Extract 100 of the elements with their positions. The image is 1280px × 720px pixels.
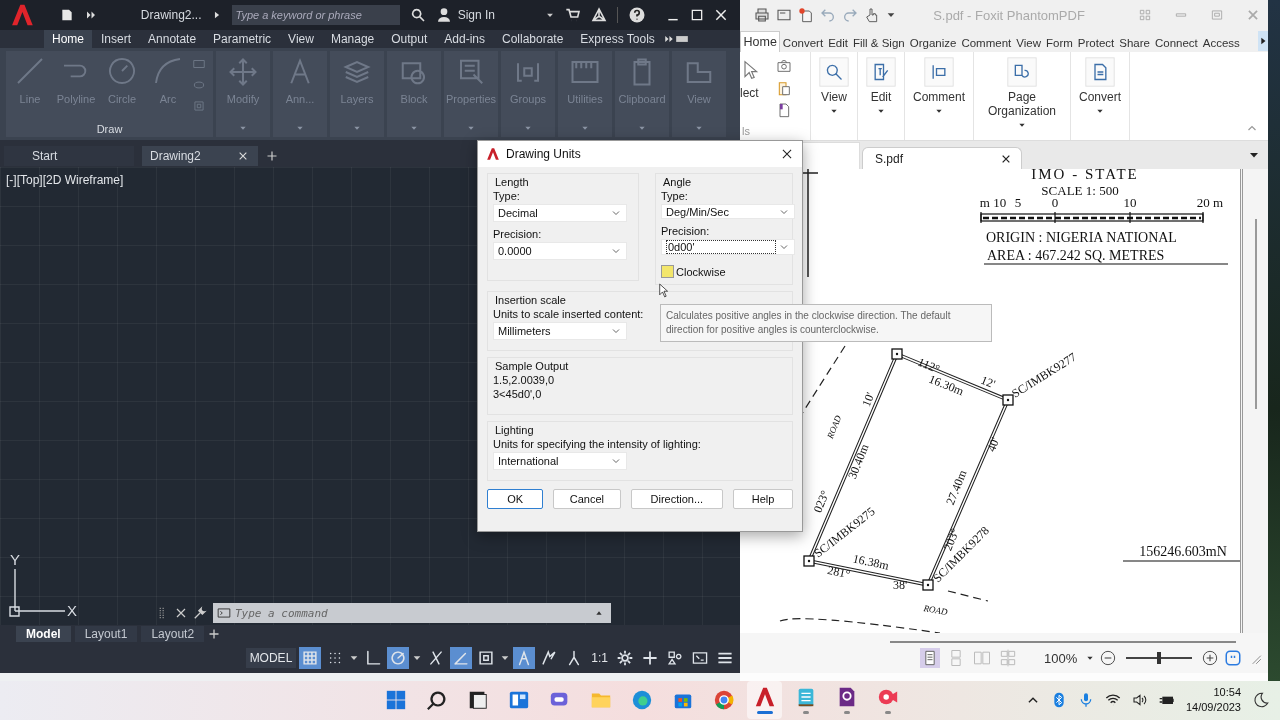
wrench-icon[interactable] [193,606,207,620]
close-icon[interactable] [1001,153,1011,164]
length-type-dropdown[interactable]: Decimal [493,204,627,222]
select-tool-button[interactable]: lect [740,52,770,125]
zoom-level[interactable]: 100% [1044,650,1081,666]
zoom-out-icon[interactable] [1100,650,1117,666]
ribbon-tab[interactable]: Home [740,31,781,52]
ribbon-tab[interactable]: Edit [825,34,851,52]
annotation-scale[interactable]: 1:1 [588,651,611,665]
dialog-button[interactable]: OK [487,489,544,509]
draw-panel-title[interactable]: Draw [6,121,213,137]
status-toggle-icon[interactable] [450,647,473,669]
caret-icon[interactable] [412,653,423,663]
caret-icon[interactable] [1086,654,1095,662]
add-tab-icon[interactable] [266,150,278,162]
zoom-in-icon[interactable] [1202,650,1218,666]
angle-type-dropdown[interactable]: Deg/Min/Sec [661,204,795,219]
lighting-units-dropdown[interactable]: International [493,452,627,470]
clipboard-icon[interactable] [776,80,792,96]
status-toggle-icon[interactable] [387,647,410,669]
ribbon-tab[interactable]: Collaborate [494,30,572,48]
terminal-icon[interactable] [217,606,231,620]
ribbon-tab[interactable]: Home [44,30,92,48]
add-layout-icon[interactable] [208,628,221,640]
clock-date[interactable]: 14/09/2023 [1185,700,1241,715]
status-toggle-icon[interactable] [513,647,536,669]
double-chevron-icon[interactable] [663,34,674,44]
ribbon-tab[interactable]: Fill & Sign [850,34,908,52]
layout-tab[interactable]: Layout1 [74,626,138,642]
viewport-controls[interactable]: [-][Top][2D Wireframe] [6,173,124,187]
ribbon-tab[interactable]: Express Tools [572,30,663,48]
slider-thumb[interactable] [1157,652,1162,664]
command-line-field[interactable]: Type a command [213,603,611,623]
ribbon-button[interactable]: View [811,52,858,140]
camera-icon[interactable] [776,58,792,74]
angle-precision-dropdown[interactable]: 0d00' [661,239,795,255]
ribbon-tab[interactable]: Insert [93,30,140,48]
group-label: ls [741,125,751,139]
ribbon-button[interactable]: Comment [905,52,974,140]
caret-icon[interactable] [500,653,511,663]
ribbon-tab[interactable]: Connect [1152,34,1201,52]
triangle-nodes-icon[interactable] [591,7,608,23]
ribbon-tab[interactable]: View [1013,34,1044,52]
dialog-button[interactable]: Cancel [553,489,621,509]
print-icon[interactable] [754,7,770,23]
ribbon-tab[interactable]: Convert [780,34,826,52]
length-precision-dropdown[interactable]: 0.0000 [493,242,627,260]
dialog-title: Drawing Units [506,147,582,161]
search-field[interactable]: Type a keyword or phrase [231,5,400,25]
dialog-button[interactable]: Help [733,489,793,509]
ribbon-tab[interactable]: Manage [322,30,383,48]
layout-tab[interactable]: Layout2 [141,626,205,642]
speaker-icon[interactable] [1131,692,1148,708]
hand-pointer-icon[interactable] [864,7,880,23]
new-document-icon[interactable] [798,7,814,23]
ribbon-button[interactable]: Edit [858,52,905,140]
sign-in-button[interactable]: Sign In [457,8,496,22]
ribbon-tab[interactable]: Output [383,30,436,48]
double-chevron-icon[interactable] [84,9,97,21]
field-label: Precision: [493,228,542,240]
single-page-icon[interactable] [920,648,940,668]
ribbon-tab[interactable]: Add-ins [436,30,493,48]
ribbon-tab[interactable]: Annotate [140,30,205,48]
ribbon-tab[interactable]: Share [1116,34,1153,52]
document-tab[interactable]: S.pdf [862,147,1022,169]
ribbon-tab[interactable]: Organize [907,34,959,52]
close-icon[interactable] [780,147,794,161]
help-icon[interactable] [628,6,646,24]
ribbon-button[interactable]: Page Organization [974,52,1071,140]
page-view-icon[interactable] [1224,649,1242,667]
clock-time[interactable]: 10:54 [1213,685,1241,700]
moon-icon[interactable] [1252,691,1270,709]
document-icon[interactable] [776,7,792,23]
map-scale: SCALE 1: 500 [1041,183,1119,198]
ribbon-button[interactable]: Convert [1071,52,1131,140]
ribbon-tab[interactable]: Protect [1075,34,1117,52]
autocad-logo-icon[interactable] [10,2,35,28]
search-icon[interactable] [409,7,426,23]
insertion-units-dropdown[interactable]: Millimeters [493,322,627,340]
scroll-right-icon[interactable] [1258,30,1268,52]
ribbon-tab[interactable]: Parametric [205,30,280,48]
map-label: 10' [859,390,878,409]
status-toggle-icon[interactable] [299,647,322,669]
document-icon[interactable] [776,102,792,118]
ribbon-tab[interactable]: View [280,30,322,48]
user-icon[interactable] [435,7,452,23]
model-space-button[interactable]: MODEL [245,648,297,668]
dialog-button[interactable]: Direction... [630,489,724,509]
map-label: 38' [892,578,908,592]
ribbon-tab[interactable]: Access [1200,34,1243,52]
command-input[interactable]: Type a command [235,604,591,622]
caret-icon[interactable] [886,10,896,20]
ribbon-tab[interactable]: Form [1043,34,1076,52]
maximize-icon[interactable] [690,8,704,22]
file-tab[interactable]: Start [4,146,134,166]
file-tab[interactable]: Drawing2 [142,146,258,166]
caret-icon[interactable] [349,653,360,663]
layout-tab[interactable]: Model [16,626,71,642]
checkbox-square[interactable] [661,265,674,278]
ribbon-tab[interactable]: Comment [958,34,1014,52]
